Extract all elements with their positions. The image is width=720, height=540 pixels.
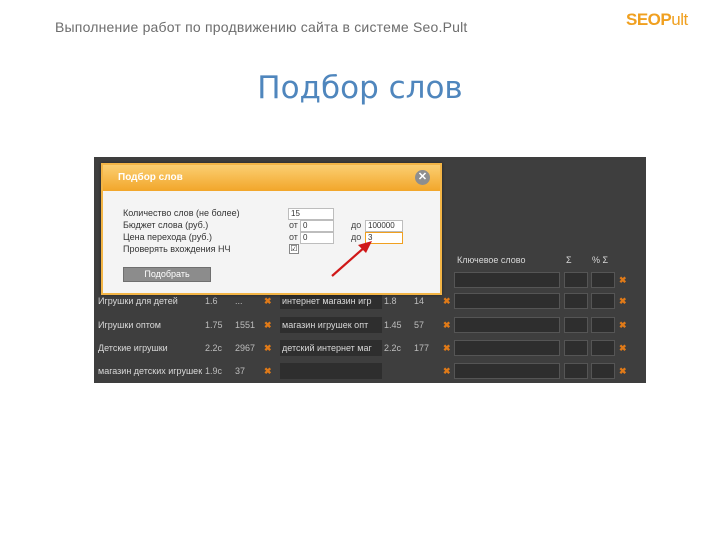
number-cell: 1.6 [205,296,218,306]
bg-header-phrase: Ключевое слово [457,255,526,265]
keyword-input[interactable] [454,272,560,288]
word-selection-dialog: Подбор слов ✕ Количество слов (не более)… [101,163,442,295]
remove-icon[interactable]: ✖ [619,340,631,356]
remove-icon[interactable]: ✖ [619,293,631,309]
percent-input[interactable] [591,340,615,356]
number-cell: ... [235,296,243,306]
number-cell: 1.45 [384,320,402,330]
budget-to-input[interactable]: 100000 [365,220,403,232]
keyword-input[interactable] [454,293,560,309]
price-from-prefix: от [289,232,298,242]
phrase-cell: Игрушки для детей [98,296,178,306]
bg-header-sum: Σ [566,255,572,265]
budget-label: Бюджет слова (руб.) [123,220,209,230]
table-row: Игрушки оптом 1.75 1551 ✖ магазин игруше… [94,315,646,335]
red-arrow-icon [331,241,372,277]
keyword-input[interactable] [454,363,560,379]
check-lf-label: Проверять вхождения НЧ [123,244,231,254]
number-cell: 2967 [235,343,256,353]
number-cell: 14 [414,296,425,306]
sum-input[interactable] [564,317,588,333]
phrase-cell: магазин игрушек опт [280,317,382,333]
budget-from-prefix: от [289,220,298,230]
budget-from-input[interactable]: 0 [300,220,334,232]
dialog-title: Подбор слов [118,172,183,183]
number-cell: 1.75 [205,320,223,330]
dialog-titlebar: Подбор слов ✕ [103,165,440,191]
keyword-input[interactable] [454,340,560,356]
logo-main: SEOP [626,10,672,29]
word-count-input[interactable]: 15 [288,208,334,220]
number-cell: 1551 [235,320,256,330]
number-cell: 1.9с [205,366,223,376]
percent-input[interactable] [591,317,615,333]
sum-input[interactable] [564,272,588,288]
phrase-cell: магазин детских игрушек [98,366,202,376]
sum-input[interactable] [564,340,588,356]
remove-icon[interactable]: ✖ [619,317,631,333]
slide-title: Подбор слов [257,70,463,106]
number-cell: 37 [235,366,246,376]
percent-input[interactable] [591,293,615,309]
remove-icon[interactable]: ✖ [619,272,631,288]
keyword-input[interactable] [454,317,560,333]
phrase-cell [280,363,382,379]
percent-input[interactable] [591,363,615,379]
sum-input[interactable] [564,293,588,309]
phrase-cell: детский интернет маг [280,340,382,356]
bg-header-percent: % Σ [592,255,609,265]
remove-icon[interactable]: ✖ [264,363,276,379]
number-cell: 1.8 [384,296,397,306]
table-row: магазин детских игрушек 1.9с 37 ✖ ✖ ✖ [94,361,646,381]
phrase-cell: интернет магазин игр [280,293,382,309]
slide-header: Выполнение работ по продвижению сайта в … [55,19,468,35]
word-count-label: Количество слов (не более) [123,208,240,218]
remove-icon[interactable]: ✖ [264,340,276,356]
dialog-body: Количество слов (не более) 15 Бюджет сло… [103,191,440,293]
number-cell: 57 [414,320,425,330]
seopult-logo: SEOPult [626,10,688,30]
budget-to-prefix: до [351,220,362,230]
phrase-cell: Детские игрушки [98,343,168,353]
table-row: Детские игрушки 2.2с 2967 ✖ детский инте… [94,338,646,358]
percent-input[interactable] [591,272,615,288]
number-cell: 2.2с [205,343,223,353]
remove-icon[interactable]: ✖ [264,317,276,333]
remove-icon[interactable]: ✖ [264,293,276,309]
click-price-label: Цена перехода (руб.) [123,232,212,242]
number-cell: 2.2с [384,343,402,353]
phrase-cell: Игрушки оптом [98,320,161,330]
check-lf-checkbox[interactable]: ☑ [289,244,299,254]
pick-words-button[interactable]: Подобрать [123,267,211,282]
logo-rest: ult [671,10,688,29]
close-icon[interactable]: ✕ [415,170,430,185]
sum-input[interactable] [564,363,588,379]
number-cell: 177 [414,343,430,353]
remove-icon[interactable]: ✖ [619,363,631,379]
